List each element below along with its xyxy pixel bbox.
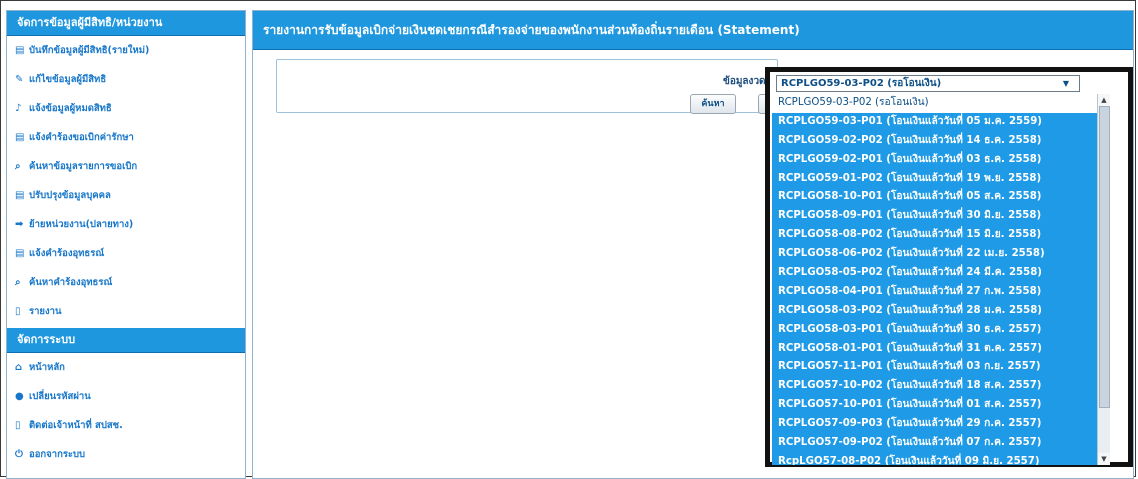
- sidebar-item-claim-request[interactable]: ▤ แจ้งคำร้องขอเบิกค่ารักษา: [7, 123, 245, 152]
- sidebar-item-change-password[interactable]: ● เปลี่ยนรหัสผ่าน: [7, 382, 245, 411]
- pencil-icon: ✎: [15, 74, 24, 85]
- sidebar-item-label: ปรับปรุงข้อมูลบุคคล: [29, 190, 111, 201]
- sidebar-item-label: ออกจากระบบ: [29, 449, 86, 460]
- sidebar-item-home[interactable]: ⌂ หน้าหลัก: [7, 353, 245, 382]
- sidebar-item-expired-beneficiary[interactable]: ♪ แจ้งข้อมูลผู้หมดสิทธิ: [7, 94, 245, 123]
- dropdown-option[interactable]: RCPLGO59-02-P02 (โอนเงินแล้ววันที่ 14 ธ.…: [772, 132, 1110, 151]
- sidebar-item-label: แก้ไขข้อมูลผู้มีสิทธิ: [29, 74, 107, 85]
- power-icon: ⏻: [15, 449, 23, 460]
- dropdown-list: RCPLGO59-03-P02 (รอโอนเงิน) RCPLGO59-03-…: [772, 94, 1110, 465]
- dropdown-option[interactable]: RCPLGO57-10-P02 (โอนเงินแล้ววันที่ 18 ส.…: [772, 377, 1110, 396]
- dropdown-option[interactable]: RCPLGO59-03-P02 (รอโอนเงิน): [772, 94, 1104, 113]
- sidebar-item-logout[interactable]: ⏻ ออกจากระบบ: [7, 440, 245, 469]
- lock-icon: ●: [15, 391, 24, 402]
- bell-icon: ♪: [15, 103, 22, 114]
- sidebar-item-search-appeal[interactable]: ⌕ ค้นหาคำร้องอุทธรณ์: [7, 268, 245, 297]
- dropdown-option[interactable]: RCPLGO58-08-P02 (โอนเงินแล้ววันที่ 15 มิ…: [772, 226, 1110, 245]
- dropdown-option[interactable]: RCPLGO58-04-P01 (โอนเงินแล้ววันที่ 27 ก.…: [772, 283, 1110, 302]
- filter-panel: ข้อมูลงวดที่ ค้นหา: [276, 59, 778, 114]
- home-icon: ⌂: [15, 362, 23, 373]
- search-icon: ⌕: [15, 161, 21, 172]
- sidebar-item-label: แจ้งคำร้องขอเบิกค่ารักษา: [29, 132, 134, 143]
- chevron-down-icon[interactable]: ▼: [1063, 76, 1069, 91]
- dropdown-scrollbar[interactable]: ▲ ▼: [1097, 94, 1110, 465]
- dropdown-option[interactable]: RCPLGO58-03-P02 (โอนเงินแล้ววันที่ 28 ม.…: [772, 302, 1110, 321]
- dropdown-option[interactable]: RCPLGO59-03-P01 (โอนเงินแล้ววันที่ 05 ม.…: [772, 113, 1110, 132]
- dropdown-option[interactable]: RCPLGO58-05-P02 (โอนเงินแล้ววันที่ 24 มี…: [772, 264, 1110, 283]
- document-icon: ▯: [15, 306, 21, 317]
- sidebar-item-edit-beneficiary[interactable]: ✎ แก้ไขข้อมูลผู้มีสิทธิ: [7, 65, 245, 94]
- dropdown-highlight: RCPLGO59-03-P02 (รอโอนเงิน) ▼ RCPLGO59-0…: [765, 67, 1133, 467]
- sidebar-item-search-claims[interactable]: ⌕ ค้นหาข้อมูลรายการขอเบิก: [7, 152, 245, 181]
- sidebar-section-title: จัดการข้อมูลผู้มีสิทธิ/หน่วยงาน: [7, 11, 245, 36]
- sidebar: จัดการข้อมูลผู้มีสิทธิ/หน่วยงาน ▤ บันทึกข…: [6, 10, 246, 479]
- period-select[interactable]: RCPLGO59-03-P02 (รอโอนเงิน) ▼: [776, 75, 1080, 92]
- dropdown-option[interactable]: RCPLGO57-11-P01 (โอนเงินแล้ววันที่ 03 ก.…: [772, 358, 1110, 377]
- sidebar-item-update-person[interactable]: ▤ ปรับปรุงข้อมูลบุคคล: [7, 181, 245, 210]
- search-icon: ⌕: [15, 277, 21, 288]
- page-title: รายงานการรับข้อมูลเบิกจ่ายเงินชดเชยกรณีส…: [253, 11, 1133, 50]
- scroll-thumb[interactable]: [1099, 106, 1110, 408]
- dropdown-option[interactable]: RCPLGO58-03-P01 (โอนเงินแล้ววันที่ 30 ธ.…: [772, 321, 1110, 340]
- sidebar-item-label: แจ้งคำร้องอุทธรณ์: [29, 248, 105, 259]
- sidebar-item-label: ค้นหาข้อมูลรายการขอเบิก: [29, 161, 138, 172]
- dropdown-option[interactable]: RCPLGO58-10-P01 (โอนเงินแล้ววันที่ 05 ส.…: [772, 188, 1110, 207]
- document-icon: ▯: [15, 420, 21, 431]
- scroll-down-icon[interactable]: ▼: [1098, 453, 1110, 465]
- sidebar-item-label: ติดต่อเจ้าหน้าที่ สปสช.: [29, 420, 123, 431]
- dropdown-option[interactable]: RCPLGO58-06-P02 (โอนเงินแล้ววันที่ 22 เม…: [772, 245, 1110, 264]
- sidebar-item-label: ค้นหาคำร้องอุทธรณ์: [29, 277, 113, 288]
- sidebar-item-transfer-unit[interactable]: ➡ ย้ายหน่วยงาน(ปลายทาง): [7, 210, 245, 239]
- sidebar-item-label: หน้าหลัก: [29, 362, 65, 373]
- sidebar-item-label: แจ้งข้อมูลผู้หมดสิทธิ: [29, 103, 112, 114]
- search-button[interactable]: ค้นหา: [690, 94, 736, 114]
- dropdown-option[interactable]: RCPLGO58-01-P01 (โอนเงินแล้ววันที่ 31 ต.…: [772, 340, 1110, 359]
- arrow-icon: ➡: [15, 219, 24, 230]
- sidebar-section-title: จัดการระบบ: [7, 328, 245, 353]
- sidebar-item-label: บันทึกข้อมูลผู้มีสิทธิ(รายใหม่): [29, 45, 150, 56]
- form-icon: ▤: [15, 45, 25, 56]
- sidebar-item-label: ย้ายหน่วยงาน(ปลายทาง): [29, 219, 134, 230]
- sidebar-item-appeal-request[interactable]: ▤ แจ้งคำร้องอุทธรณ์: [7, 239, 245, 268]
- sidebar-item-contact-staff[interactable]: ▯ ติดต่อเจ้าหน้าที่ สปสช.: [7, 411, 245, 440]
- dropdown-option[interactable]: RCPLGO57-10-P01 (โอนเงินแล้ววันที่ 01 ส.…: [772, 396, 1110, 415]
- form-icon: ▤: [15, 248, 25, 259]
- form-icon: ▤: [15, 190, 25, 201]
- dropdown-option[interactable]: RcpLGO57-08-P02 (โอนเงินแล้ววันที่ 09 มิ…: [772, 453, 1110, 465]
- dropdown-option[interactable]: RCPLGO59-01-P02 (โอนเงินแล้ววันที่ 19 พ.…: [772, 170, 1110, 189]
- form-icon: ▤: [15, 132, 25, 143]
- dropdown-option[interactable]: RCPLGO57-09-P02 (โอนเงินแล้ววันที่ 07 ก.…: [772, 434, 1110, 453]
- select-value: RCPLGO59-03-P02 (รอโอนเงิน): [781, 78, 942, 89]
- sidebar-item-label: เปลี่ยนรหัสผ่าน: [29, 391, 91, 402]
- dropdown-option[interactable]: RCPLGO57-09-P03 (โอนเงินแล้ววันที่ 29 ก.…: [772, 415, 1110, 434]
- sidebar-item-reports[interactable]: ▯ รายงาน: [7, 297, 245, 326]
- scroll-up-icon[interactable]: ▲: [1098, 94, 1110, 106]
- sidebar-item-new-beneficiary[interactable]: ▤ บันทึกข้อมูลผู้มีสิทธิ(รายใหม่): [7, 36, 245, 65]
- dropdown-option[interactable]: RCPLGO59-02-P01 (โอนเงินแล้ววันที่ 03 ธ.…: [772, 151, 1110, 170]
- dropdown-option[interactable]: RCPLGO58-09-P01 (โอนเงินแล้ววันที่ 30 มิ…: [772, 207, 1110, 226]
- sidebar-item-label: รายงาน: [29, 306, 62, 317]
